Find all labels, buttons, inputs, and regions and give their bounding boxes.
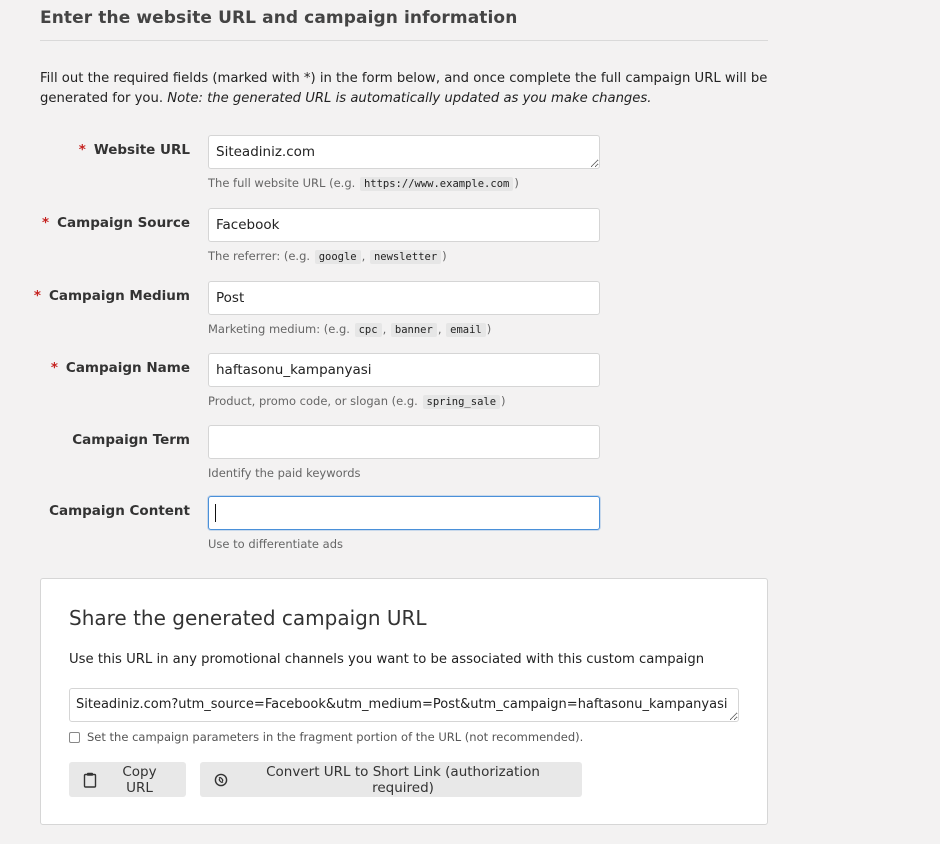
required-mark: * (50, 360, 58, 376)
campaign-name-help: Product, promo code, or slogan (e.g. spr… (208, 394, 506, 409)
short-link-label: Convert URL to Short Link (authorization… (266, 763, 540, 796)
help-separator: , (437, 322, 442, 336)
help-text: ) (486, 322, 492, 336)
short-link-button[interactable]: Convert URL to Short Link (authorization… (200, 762, 582, 797)
text-cursor (215, 504, 216, 522)
help-code: google (314, 250, 361, 264)
campaign-source-help: The referrer: (e.g. google, newsletter) (208, 249, 447, 264)
help-text: The referrer: (e.g. (208, 249, 314, 263)
share-title: Share the generated campaign URL (69, 606, 427, 630)
share-panel: Share the generated campaign URL Use thi… (40, 578, 768, 825)
help-code: cpc (354, 323, 382, 337)
help-text: ) (442, 249, 447, 263)
campaign-source-label: * Campaign Source (42, 215, 190, 231)
help-text: Product, promo code, or slogan (e.g. (208, 394, 422, 408)
help-text: ) (514, 176, 519, 190)
clipboard-icon (83, 772, 97, 788)
help-text: Marketing medium: (e.g. (208, 322, 354, 336)
campaign-content-help: Use to differentiate ads (208, 537, 344, 551)
campaign-source-input[interactable] (208, 208, 600, 242)
website-url-label-text: Website URL (93, 142, 190, 158)
help-separator: , (361, 249, 366, 263)
website-url-label: * Website URL (79, 142, 190, 158)
required-mark: * (33, 288, 41, 304)
header-divider (40, 40, 768, 41)
campaign-medium-help: Marketing medium: (e.g. cpc, banner, ema… (208, 322, 492, 337)
help-code: spring_sale (422, 395, 501, 409)
website-url-input[interactable]: Siteadiniz.com (208, 135, 600, 169)
share-description: Use this URL in any promotional channels… (69, 652, 705, 667)
help-separator: , (382, 322, 387, 336)
help-code: banner (390, 323, 437, 337)
link-icon (214, 772, 228, 788)
required-mark: * (42, 215, 50, 231)
campaign-term-input[interactable] (208, 425, 600, 459)
required-mark: * (78, 142, 86, 158)
help-code: https://www.example.com (359, 177, 514, 191)
fragment-checkbox[interactable] (69, 731, 80, 743)
generated-url-field[interactable]: Siteadiniz.com?utm_source=Facebook&utm_m… (69, 688, 739, 722)
fragment-label: Set the campaign parameters in the fragm… (87, 730, 584, 744)
intro-note: Note: the generated URL is automatically… (167, 91, 652, 106)
campaign-medium-input[interactable] (208, 281, 600, 315)
copy-url-label: Copy URL (122, 763, 157, 796)
copy-url-button[interactable]: Copy URL (69, 762, 186, 797)
website-url-help: The full website URL (e.g. https://www.e… (208, 176, 519, 191)
help-code: newsletter (369, 250, 442, 264)
fragment-option[interactable]: Set the campaign parameters in the fragm… (69, 730, 583, 744)
campaign-name-label: * Campaign Name (51, 360, 190, 376)
campaign-content-label: Campaign Content (49, 503, 190, 519)
campaign-medium-label-text: Campaign Medium (48, 288, 190, 304)
page-title: Enter the website URL and campaign infor… (40, 8, 518, 28)
help-code: email (446, 323, 486, 337)
campaign-source-label-text: Campaign Source (57, 215, 190, 231)
help-text: ) (501, 394, 506, 408)
campaign-name-input[interactable] (208, 353, 600, 387)
campaign-content-input[interactable] (208, 496, 600, 530)
campaign-term-help: Identify the paid keywords (208, 466, 361, 480)
help-text: The full website URL (e.g. (208, 176, 359, 190)
intro-text: Fill out the required fields (marked wit… (40, 69, 780, 109)
campaign-term-label: Campaign Term (72, 432, 190, 448)
campaign-medium-label: * Campaign Medium (34, 288, 190, 304)
campaign-name-label-text: Campaign Name (65, 360, 190, 376)
